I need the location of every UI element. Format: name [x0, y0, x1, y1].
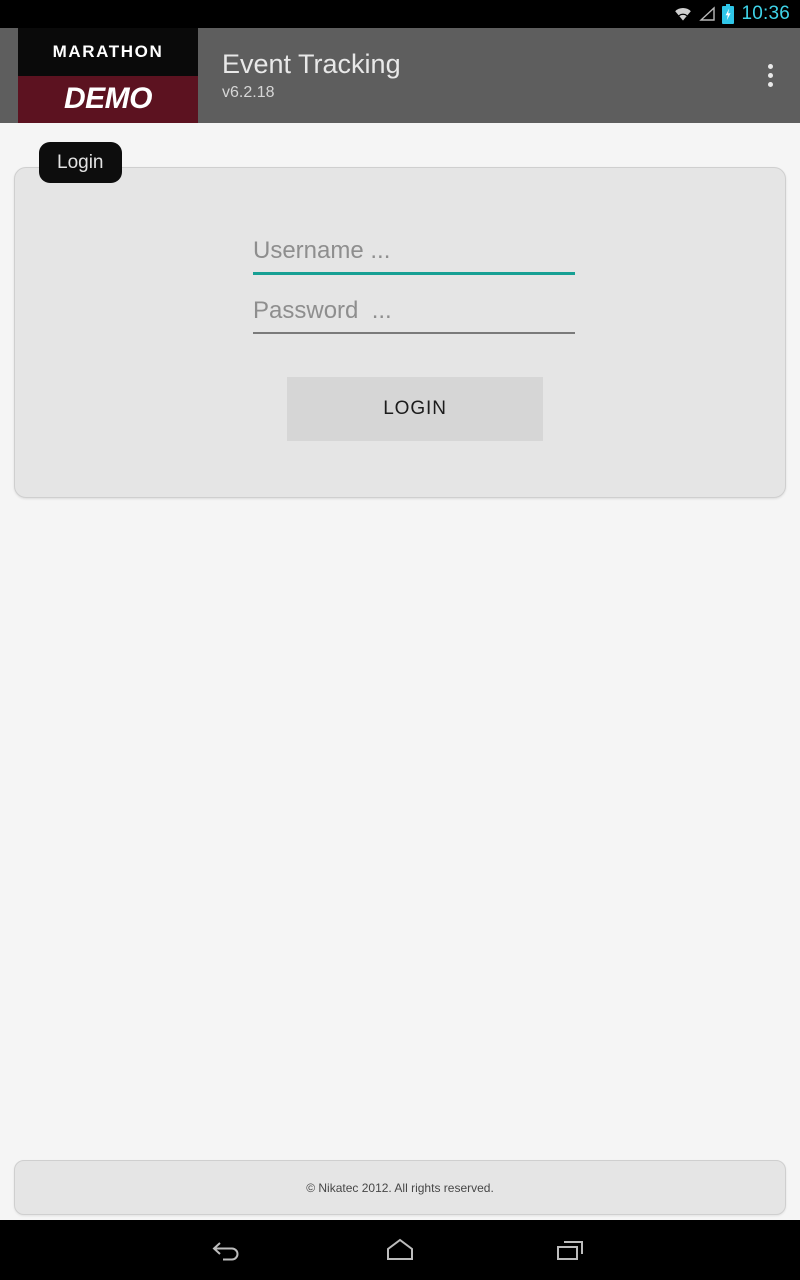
app-bar-titles: Event Tracking v6.2.18	[198, 28, 740, 123]
home-icon[interactable]	[315, 1220, 485, 1280]
status-bar-icons	[673, 4, 735, 24]
system-navigation-bar	[0, 1220, 800, 1280]
status-bar-clock: 10:36	[741, 3, 790, 24]
overflow-dot	[767, 82, 773, 87]
copyright-text: © Nikatec 2012. All rights reserved.	[306, 1180, 494, 1195]
back-icon[interactable]	[145, 1220, 315, 1280]
password-input[interactable]	[253, 297, 575, 332]
recents-icon[interactable]	[485, 1220, 655, 1280]
brand-logo: MARATHON DEMO	[18, 28, 198, 123]
login-button[interactable]: LOGIN	[287, 377, 543, 441]
page-title: Event Tracking	[222, 48, 401, 79]
app-version-label: v6.2.18	[222, 84, 275, 102]
app-bar: MARATHON DEMO Event Tracking v6.2.18	[0, 28, 800, 123]
login-card: LOGIN	[14, 167, 786, 498]
wifi-icon	[673, 6, 693, 22]
username-field-group	[253, 237, 575, 275]
brand-logo-bottom-text: DEMO	[64, 82, 153, 116]
brand-logo-top: MARATHON	[18, 28, 198, 76]
battery-charging-icon	[721, 4, 735, 24]
overflow-dot	[767, 64, 773, 69]
login-tab-badge[interactable]: Login	[39, 142, 122, 183]
password-underline	[253, 332, 575, 334]
status-bar: 10:36	[0, 0, 800, 28]
brand-logo-top-text: MARATHON	[52, 41, 164, 61]
footer-card: © Nikatec 2012. All rights reserved.	[14, 1160, 786, 1215]
brand-logo-bottom: DEMO	[18, 75, 198, 123]
overflow-menu-icon[interactable]	[740, 28, 800, 123]
username-input[interactable]	[253, 237, 575, 272]
overflow-dot	[767, 73, 773, 78]
password-field-group	[253, 297, 575, 334]
signal-icon	[698, 6, 716, 22]
username-underline	[253, 272, 575, 275]
